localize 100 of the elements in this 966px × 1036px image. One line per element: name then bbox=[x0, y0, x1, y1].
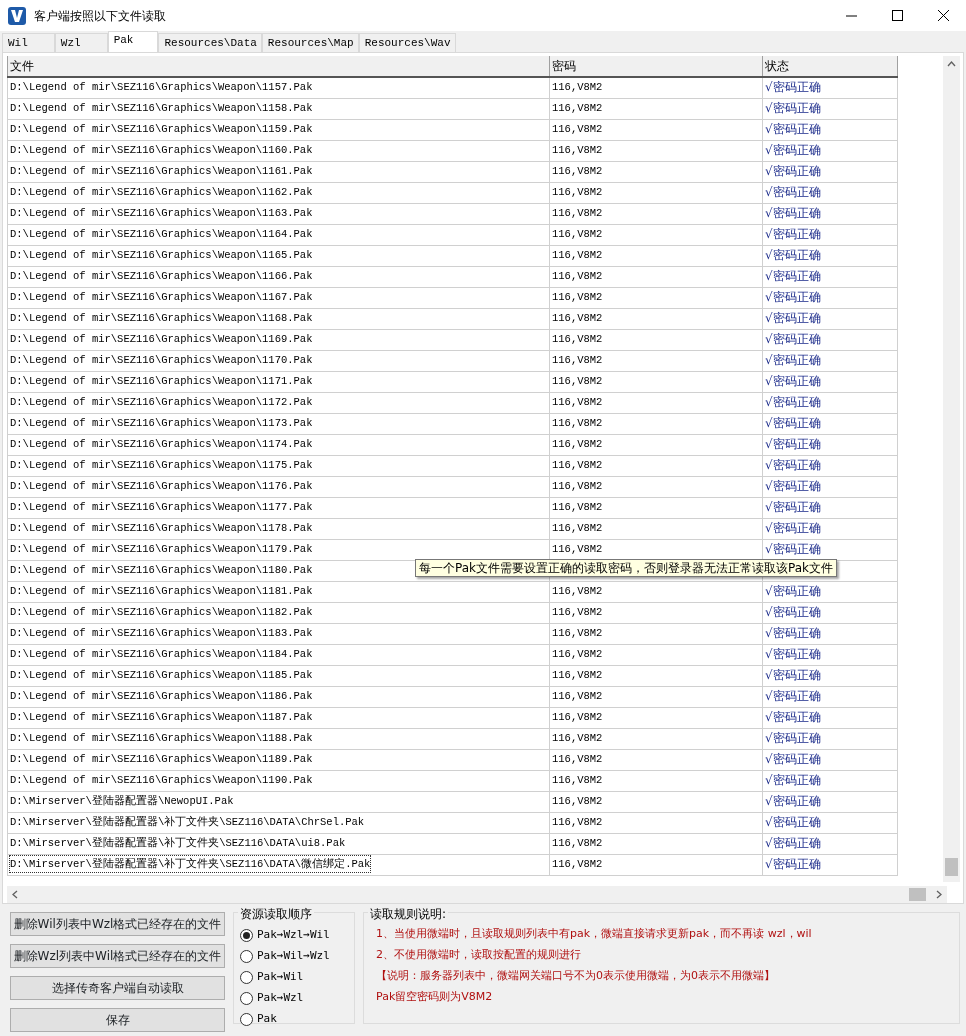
radio-button[interactable] bbox=[240, 950, 253, 963]
table-cell-text: D:\Legend of mir\SEZ116\Graphics\Weapon\1183.Pak bbox=[10, 626, 313, 642]
status-text: √密码正确 bbox=[765, 393, 821, 410]
status-text: √密码正确 bbox=[765, 708, 821, 725]
radio-label[interactable]: Pak bbox=[257, 1011, 277, 1028]
status-text: √密码正确 bbox=[765, 120, 821, 137]
table-cell-text: D:\Legend of mir\SEZ116\Graphics\Weapon\1160.Pak bbox=[10, 143, 313, 159]
table-cell-text: D:\Legend of mir\SEZ116\Graphics\Weapon\1190.Pak bbox=[10, 773, 313, 789]
tooltip: 每一个Pak文件需要设置正确的读取密码，否则登录器无法正常读取该Pak文件 bbox=[415, 558, 837, 577]
table-cell-text: 116,V8M2 bbox=[552, 542, 603, 558]
table-cell-text: D:\Legend of mir\SEZ116\Graphics\Weapon\1180.Pak bbox=[10, 563, 313, 579]
column-header[interactable]: 密码 bbox=[549, 56, 763, 77]
scrollbar-thumb[interactable] bbox=[909, 888, 926, 901]
table-cell-text: D:\Legend of mir\SEZ116\Graphics\Weapon\1167.Pak bbox=[10, 290, 313, 306]
table-cell-text: D:\Legend of mir\SEZ116\Graphics\Weapon\1158.Pak bbox=[10, 101, 313, 117]
tab[interactable]: Wzl bbox=[54, 33, 108, 52]
status-text: √密码正确 bbox=[765, 624, 821, 641]
status-text: √密码正确 bbox=[765, 78, 821, 95]
radio-label[interactable]: Pak→Wil bbox=[257, 969, 304, 986]
table-cell-text: 116,V8M2 bbox=[552, 689, 603, 705]
radio-button[interactable] bbox=[240, 929, 253, 942]
status-text: √密码正确 bbox=[765, 540, 821, 557]
radio-button[interactable] bbox=[240, 1013, 253, 1026]
table-cell-text: 116,V8M2 bbox=[552, 332, 603, 348]
table-cell-text: D:\Legend of mir\SEZ116\Graphics\Weapon\1168.Pak bbox=[10, 311, 313, 327]
rule-text: Pak留空密码则为V8M2 bbox=[376, 989, 494, 1005]
table-cell-text: D:\Legend of mir\SEZ116\Graphics\Weapon\1163.Pak bbox=[10, 206, 313, 222]
column-header[interactable]: 文件 bbox=[7, 56, 550, 77]
table-cell-text: 116,V8M2 bbox=[552, 122, 603, 138]
tab[interactable]: Wil bbox=[2, 33, 55, 52]
table-cell-text: 116,V8M2 bbox=[552, 248, 603, 264]
table-cell-text: 116,V8M2 bbox=[552, 143, 603, 159]
table-cell-text: 116,V8M2 bbox=[552, 374, 603, 390]
status-text: √密码正确 bbox=[765, 687, 821, 704]
table-cell-text: D:\Legend of mir\SEZ116\Graphics\Weapon\1185.Pak bbox=[10, 668, 313, 684]
table-cell-text: D:\Legend of mir\SEZ116\Graphics\Weapon\1184.Pak bbox=[10, 647, 313, 663]
table-cell-text: D:\Legend of mir\SEZ116\Graphics\Weapon\1179.Pak bbox=[10, 542, 313, 558]
status-text: √密码正确 bbox=[765, 141, 821, 158]
table-cell-text: 116,V8M2 bbox=[552, 101, 603, 117]
table-cell-text: 116,V8M2 bbox=[552, 794, 603, 810]
table-cell-text: D:\Legend of mir\SEZ116\Graphics\Weapon\1175.Pak bbox=[10, 458, 313, 474]
table-cell-text: 116,V8M2 bbox=[552, 752, 603, 768]
scrollbar-thumb[interactable] bbox=[945, 858, 958, 876]
vertical-scrollbar[interactable] bbox=[943, 56, 960, 882]
action-button[interactable]: 删除Wil列表中Wzl格式已经存在的文件 bbox=[10, 912, 225, 936]
status-text: √密码正确 bbox=[765, 729, 821, 746]
table-cell-text: D:\Legend of mir\SEZ116\Graphics\Weapon\1189.Pak bbox=[10, 752, 313, 768]
table-cell-text: D:\Legend of mir\SEZ116\Graphics\Weapon\1173.Pak bbox=[10, 416, 313, 432]
table-cell-text: D:\Legend of mir\SEZ116\Graphics\Weapon\1177.Pak bbox=[10, 500, 313, 516]
status-text: √密码正确 bbox=[765, 225, 821, 242]
status-text: √密码正确 bbox=[765, 603, 821, 620]
status-text: √密码正确 bbox=[765, 771, 821, 788]
radio-button[interactable] bbox=[240, 971, 253, 984]
tab[interactable]: Pak bbox=[107, 31, 159, 52]
table-cell-text: 116,V8M2 bbox=[552, 290, 603, 306]
table-cell-text: D:\Legend of mir\SEZ116\Graphics\Weapon\1182.Pak bbox=[10, 605, 313, 621]
table-cell-text: D:\Legend of mir\SEZ116\Graphics\Weapon\1166.Pak bbox=[10, 269, 313, 285]
status-text: √密码正确 bbox=[765, 855, 821, 872]
table-cell-text: 116,V8M2 bbox=[552, 773, 603, 789]
radio-label[interactable]: Pak→Wil→Wzl bbox=[257, 948, 330, 965]
table-cell-text: 116,V8M2 bbox=[552, 227, 603, 243]
status-text: √密码正确 bbox=[765, 666, 821, 683]
radio-button[interactable] bbox=[240, 992, 253, 1005]
table-cell-text: 116,V8M2 bbox=[552, 437, 603, 453]
action-button[interactable]: 删除Wzl列表中Wil格式已经存在的文件 bbox=[10, 944, 225, 968]
table-cell-text: 116,V8M2 bbox=[552, 311, 603, 327]
table-cell-text: 116,V8M2 bbox=[552, 584, 603, 600]
status-text: √密码正确 bbox=[765, 267, 821, 284]
table-cell-text: D:\Mirserver\登陆器配置器\补丁文件夹\SEZ116\DATA\ui8.Pak bbox=[10, 836, 346, 852]
tab[interactable]: Resources\Wav bbox=[358, 33, 456, 52]
tab[interactable]: Resources\Map bbox=[261, 33, 359, 52]
table-cell-text: 116,V8M2 bbox=[552, 458, 603, 474]
status-text: √密码正确 bbox=[765, 792, 821, 809]
table-cell-text: 116,V8M2 bbox=[552, 164, 603, 180]
column-header[interactable]: 状态 bbox=[762, 56, 898, 77]
tab[interactable]: Resources\Data bbox=[158, 33, 262, 52]
status-text: √密码正确 bbox=[765, 435, 821, 452]
table-cell-text: D:\Legend of mir\SEZ116\Graphics\Weapon\1161.Pak bbox=[10, 164, 313, 180]
rule-text: 1、当使用微端时，且读取规则列表中有pak，微端直接请求更新pak，而不再读 wzl，wil bbox=[376, 926, 813, 942]
table-cell-text: D:\Legend of mir\SEZ116\Graphics\Weapon\1157.Pak bbox=[10, 80, 313, 96]
table-cell-text: 116,V8M2 bbox=[552, 710, 603, 726]
table-cell-text: 116,V8M2 bbox=[552, 206, 603, 222]
horizontal-scrollbar[interactable] bbox=[7, 886, 947, 903]
rule-text: 【说明：服务器列表中，微端网关端口号不为0表示使用微端，为0表示不用微端】 bbox=[376, 968, 776, 984]
status-text: √密码正确 bbox=[765, 183, 821, 200]
window-title: 客户端按照以下文件读取 bbox=[34, 7, 167, 25]
table-cell: D:\Mirserver\登陆器配置器\补丁文件夹\SEZ116\DATA\微信绑定.Pak bbox=[10, 856, 371, 873]
action-button[interactable]: 保存 bbox=[10, 1008, 225, 1032]
table-cell-text: 116,V8M2 bbox=[552, 647, 603, 663]
table-cell-text: 116,V8M2 bbox=[552, 416, 603, 432]
action-button[interactable]: 选择传奇客户端自动读取 bbox=[10, 976, 225, 1000]
status-text: √密码正确 bbox=[765, 162, 821, 179]
group-title: 资源读取顺序 bbox=[238, 905, 314, 923]
status-text: √密码正确 bbox=[765, 246, 821, 263]
table-cell-text: 116,V8M2 bbox=[552, 269, 603, 285]
radio-label[interactable]: Pak→Wzl bbox=[257, 990, 304, 1007]
table-cell-text: 116,V8M2 bbox=[552, 605, 603, 621]
status-text: √密码正确 bbox=[765, 330, 821, 347]
table-cell-text: 116,V8M2 bbox=[552, 668, 603, 684]
radio-label[interactable]: Pak→Wzl→Wil bbox=[257, 927, 330, 944]
